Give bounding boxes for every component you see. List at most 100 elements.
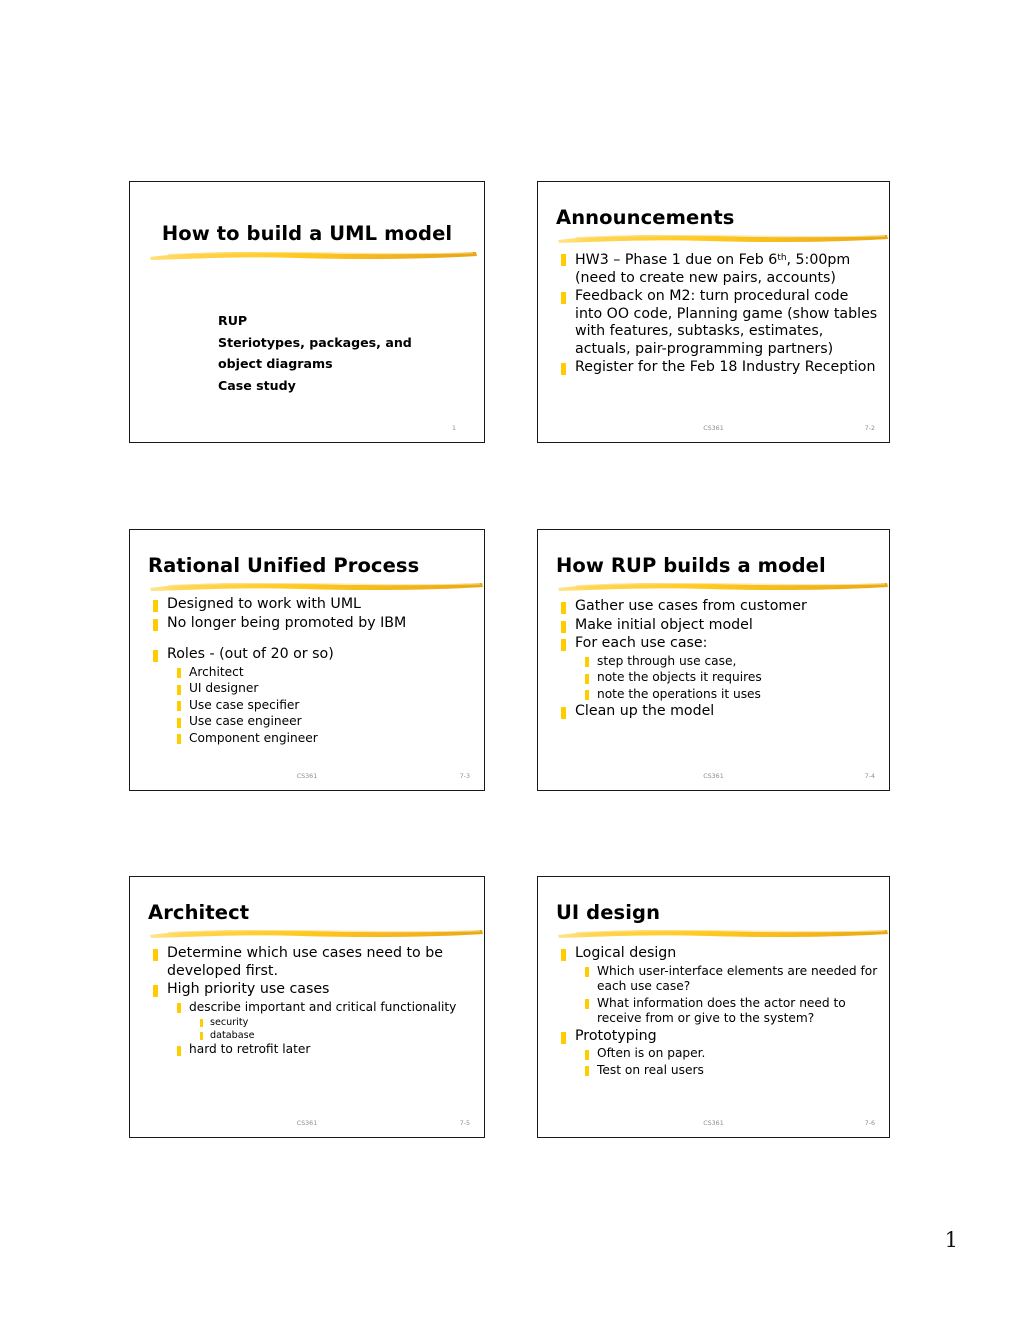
bullet-marker-icon — [561, 639, 566, 651]
bullet-text: Roles - (out of 20 or so) — [167, 646, 334, 662]
slide-thumbnail-3[interactable]: Rational Unified Process Designed to wor… — [129, 529, 485, 791]
bullet-marker-icon — [177, 684, 181, 695]
course-label: CS361 — [296, 773, 318, 780]
bullet-item-l1: For each use case: — [538, 635, 879, 653]
bullet-marker-icon — [177, 717, 181, 728]
bullet-text: Often is on paper. — [597, 1046, 706, 1060]
bullet-text: Feedback on M2: turn procedural code int… — [575, 288, 878, 357]
bullet-text: Architect — [189, 664, 244, 679]
bullet-text: Logical design — [575, 945, 677, 961]
bullet-item-l1: Clean up the model — [538, 703, 879, 721]
title-brush-underline — [556, 232, 888, 243]
slide-footer: CS361 7-5 — [130, 1120, 484, 1131]
handout-page: How to build a UML model RUP Steriotypes… — [0, 0, 1020, 1320]
bullet-text: note the objects it requires — [597, 670, 762, 684]
slide-title: Architect — [148, 901, 250, 924]
bullet-text: Register for the Feb 18 Industry Recepti… — [575, 359, 876, 376]
slide-thumbnail-6[interactable]: UI design Logical design Which user-inte… — [537, 876, 890, 1138]
title-subline: object diagrams — [218, 356, 333, 371]
bullet-text: note the operations it uses — [597, 686, 761, 701]
slide-number: 7-3 — [459, 773, 470, 780]
course-label: CS361 — [296, 1120, 318, 1127]
bullet-marker-icon — [585, 657, 589, 667]
bullet-marker-icon — [561, 292, 566, 305]
bullet-marker-icon — [585, 999, 589, 1009]
course-label: CS361 — [703, 1120, 724, 1127]
bullet-spacer — [130, 633, 474, 646]
title-subline: Steriotypes, packages, and — [218, 334, 412, 350]
bullet-text: Clean up the model — [575, 703, 715, 719]
bullet-item-l1: Feedback on M2: turn procedural code int… — [538, 288, 879, 358]
bullet-text: Which user-interface elements are needed… — [597, 963, 878, 994]
bullet-text: describe important and critical function… — [189, 999, 457, 1014]
bullet-item-l1: Determine which use cases need to be dev… — [130, 945, 474, 980]
bullet-item-l1: Logical design — [538, 945, 879, 963]
slide-thumbnail-1[interactable]: How to build a UML model RUP Steriotypes… — [129, 181, 485, 443]
bullet-marker-icon — [561, 1031, 566, 1044]
slide-footer: 1 — [130, 425, 484, 436]
bullet-marker-icon — [585, 967, 589, 977]
bullet-item-l2: note the operations it uses — [538, 687, 879, 703]
bullet-marker-icon — [561, 620, 566, 633]
bullet-item-l2: What information does the actor need to … — [538, 996, 879, 1027]
bullet-text: Component engineer — [189, 730, 318, 745]
slide-number: 7-2 — [864, 425, 875, 432]
slide-footer: CS361 7-3 — [130, 773, 484, 784]
title-brush-underline — [148, 927, 483, 938]
slide-footer: CS361 7-2 — [538, 425, 889, 436]
slide-number: 7-6 — [864, 1120, 875, 1127]
bullet-text: hard to retrofit later — [189, 1042, 311, 1056]
bullet-item-l2: Often is on paper. — [538, 1046, 879, 1062]
bullet-marker-icon — [177, 701, 181, 711]
slide-number: 7-4 — [864, 773, 875, 780]
bullet-item-l3: security — [130, 1016, 474, 1029]
bullet-text: Use case engineer — [189, 714, 302, 728]
bullet-item-l1: Roles - (out of 20 or so) — [130, 646, 474, 664]
bullet-item-l2: Component engineer — [130, 731, 474, 747]
slide-thumbnail-2[interactable]: Announcements HW3 – Phase 1 due on Feb 6… — [537, 181, 890, 443]
bullet-text: Determine which use cases need to be dev… — [167, 945, 443, 979]
bullet-text: UI designer — [189, 681, 259, 695]
bullet-marker-icon — [585, 1049, 589, 1060]
slide-footer: CS361 7-6 — [538, 1120, 889, 1131]
bullet-marker-icon — [153, 985, 158, 997]
bullet-item-l2: note the objects it requires — [538, 670, 879, 686]
bullet-text: High priority use cases — [167, 981, 330, 997]
bullet-item-l1: Gather use cases from customer — [538, 598, 879, 616]
bullet-item-l1: Register for the Feb 18 Industry Recepti… — [538, 359, 879, 377]
slide-thumbnail-4[interactable]: How RUP builds a model Gather use cases … — [537, 529, 890, 791]
bullet-marker-icon — [153, 600, 158, 612]
bullet-marker-icon — [561, 949, 566, 961]
bullet-text: Gather use cases from customer — [575, 598, 807, 614]
bullet-item-l2: hard to retrofit later — [130, 1042, 474, 1058]
bullet-item-l1: Designed to work with UML — [130, 596, 474, 614]
bullet-text: HW3 – Phase 1 due on Feb 6th, 5:00pm (ne… — [575, 252, 851, 286]
bullet-marker-icon — [561, 602, 566, 614]
page-number: 1 — [944, 1228, 958, 1252]
bullet-item-l2: Test on real users — [538, 1063, 879, 1079]
bullet-marker-icon — [585, 1066, 589, 1076]
bullet-text: security — [210, 1017, 249, 1028]
slide-number: 1 — [451, 425, 456, 432]
bullet-item-l1: HW3 – Phase 1 due on Feb 6th, 5:00pm (ne… — [538, 250, 879, 287]
bullet-item-l2: Architect — [130, 665, 474, 681]
bullet-item-l1: Make initial object model — [538, 617, 879, 635]
slide-title: How RUP builds a model — [556, 554, 826, 577]
title-brush-underline — [148, 580, 483, 591]
slide-title: Rational Unified Process — [148, 554, 420, 577]
course-label: CS361 — [703, 425, 724, 432]
bullet-marker-icon — [561, 707, 566, 719]
course-label: CS361 — [703, 773, 724, 780]
bullet-marker-icon — [585, 673, 589, 684]
slide-title: Announcements — [556, 206, 735, 229]
bullet-text: Test on real users — [597, 1062, 704, 1077]
bullet-marker-icon — [561, 254, 566, 266]
title-brush-underline — [556, 580, 888, 591]
bullet-marker-icon — [200, 1019, 203, 1027]
bullet-item-l2: describe important and critical function… — [130, 1000, 474, 1016]
bullet-item-l2: Use case engineer — [130, 714, 474, 730]
bullet-item-l2: UI designer — [130, 681, 474, 697]
bullet-marker-icon — [200, 1032, 203, 1040]
slide-thumbnail-5[interactable]: Architect Determine which use cases need… — [129, 876, 485, 1138]
bullet-text: Designed to work with UML — [167, 596, 361, 612]
